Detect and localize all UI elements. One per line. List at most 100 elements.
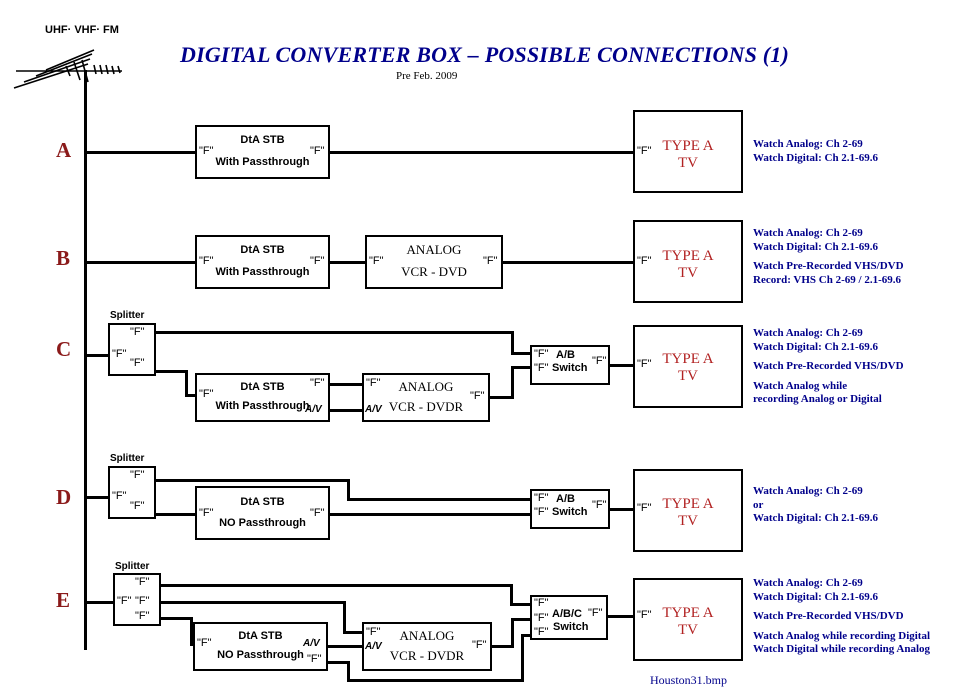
wire-b-vcr-to-tv <box>503 261 633 264</box>
wire-e-stb-f-drop <box>347 661 350 681</box>
row-c-switch-out-f-label: "F" <box>592 355 607 367</box>
row-d-stb-line2: NO Passthrough <box>219 517 306 529</box>
row-d-splitter-out2-f-label: "F" <box>130 500 145 512</box>
row-b-vcr-in-f-label: "F" <box>369 255 384 267</box>
wire-c-vcr-to-switch <box>490 396 511 399</box>
wire-d-splitter-top <box>156 479 350 482</box>
row-d-switch-out-f-label: "F" <box>592 499 607 511</box>
diagram-canvas: UHF· VHF· FM A B C D E DIGITAL CONVERTER… <box>0 0 975 700</box>
row-b-annotations: Watch Analog: Ch 2-69 Watch Digital: Ch … <box>753 227 904 287</box>
row-c-annot-line: Watch Analog while <box>753 379 848 392</box>
row-d-splitter-label: Splitter <box>110 453 145 464</box>
wire-c-splitter-out2 <box>156 370 188 373</box>
row-c-switch-in1-f-label: "F" <box>534 348 549 360</box>
wire-e-stb-av-to-vcr <box>328 645 365 648</box>
row-b-stb-line1: DtA STB <box>240 244 285 256</box>
row-e-stb-out-av-label: A/V <box>303 638 320 649</box>
row-b-stb-out-f-label: "F" <box>310 255 325 267</box>
wire-d-splitter-to-stb <box>156 513 195 516</box>
wire-e-splitter-bot <box>161 617 193 620</box>
row-d-annot-line: Watch Analog: Ch 2-69 <box>753 485 863 497</box>
row-a-tv-in-f-label: "F" <box>637 145 652 157</box>
wire-c-stb-av-to-vcr <box>330 409 365 412</box>
row-e-switch-line1: A/B/C <box>552 608 582 620</box>
antenna-mast <box>84 70 87 650</box>
row-c-annotations: Watch Analog: Ch 2-69 Watch Digital: Ch … <box>753 327 904 407</box>
row-e-annotations: Watch Analog: Ch 2-69 Watch Digital: Ch … <box>753 577 930 657</box>
wire-d-switch-to-tv <box>610 508 633 511</box>
wire-b-antenna-to-stb <box>87 261 195 264</box>
row-e-splitter-out2-f-label: "F" <box>135 595 150 607</box>
row-b-tv-line2: TV <box>678 265 698 281</box>
wire-e-splitter-mid <box>161 601 346 604</box>
row-e-annot-line: Watch Digital while recording Analog <box>753 643 931 655</box>
row-b-annot-line: Watch Digital: Ch 2.1-69.6 <box>753 240 878 253</box>
row-b-vcr-line2: VCR - DVD <box>401 264 467 279</box>
row-a-stb-out-f-label: "F" <box>310 145 325 157</box>
row-c-annot-line: Watch Pre-Recorded VHS/DVD <box>753 360 904 372</box>
row-d-annot-line: or <box>753 498 764 511</box>
row-e-switch-out-f-label: "F" <box>588 607 603 619</box>
row-label-a: A <box>56 138 72 162</box>
wire-c-switch-bottom-rise <box>511 366 514 399</box>
row-c-stb-out-av-label: A/V <box>305 404 322 415</box>
wire-b-stb-to-vcr <box>330 261 365 264</box>
row-d-annot-line: Watch Digital: Ch 2.1-69.6 <box>753 512 878 524</box>
row-e-tv-in-f-label: "F" <box>637 609 652 621</box>
wire-e-vcr-rise <box>511 618 514 648</box>
row-a-annotations: Watch Analog: Ch 2-69 Watch Digital: Ch … <box>753 138 878 165</box>
wire-e-antenna-to-splitter <box>87 601 113 604</box>
row-c-tv-line2: TV <box>678 368 698 384</box>
row-b-annot-line: Watch Analog: Ch 2-69 <box>753 227 863 239</box>
row-a-stb-line1: DtA STB <box>240 134 285 146</box>
row-d-switch-line1: A/B <box>556 493 575 505</box>
row-c-stb-in-f-label: "F" <box>199 388 214 400</box>
page-subtitle: Pre Feb. 2009 <box>396 70 458 82</box>
row-e-stb-out-f-label: "F" <box>307 653 322 665</box>
wire-c-splitter-to-switch-top <box>156 331 514 334</box>
row-e-splitter-in-f-label: "F" <box>117 595 132 607</box>
row-d-switch-line2: Switch <box>552 506 588 518</box>
row-d-tv-line2: TV <box>678 513 698 529</box>
row-d-splitter-out1-f-label: "F" <box>130 469 145 481</box>
row-e-stb-in-f-label: "F" <box>197 637 212 649</box>
row-label-d: D <box>56 485 72 509</box>
tv-antenna-icon <box>13 49 122 89</box>
wire-a-antenna-to-stb <box>87 151 195 154</box>
row-c-vcr-out-f-label: "F" <box>470 390 485 402</box>
row-e-splitter-out1-f-label: "F" <box>135 576 150 588</box>
wire-d-stb-to-switch <box>330 513 533 516</box>
row-c-stb-out-f-label: "F" <box>310 377 325 389</box>
row-d-annotations: Watch Analog: Ch 2-69 or Watch Digital: … <box>753 485 878 526</box>
row-d-tv-in-f-label: "F" <box>637 502 652 514</box>
row-b-stb-line2: With Passthrough <box>215 266 310 278</box>
wire-e-stb-f-rise <box>521 634 524 680</box>
row-c-splitter-out2-f-label: "F" <box>130 357 145 369</box>
wire-c-switch-to-tv <box>610 364 633 367</box>
antenna-label: UHF· VHF· FM <box>45 24 119 36</box>
row-d-switch-in2-f-label: "F" <box>534 506 549 518</box>
row-c-splitter-in-f-label: "F" <box>112 348 127 360</box>
row-a-tv-line2: TV <box>678 155 698 171</box>
image-caption: Houston31.bmp <box>650 673 728 687</box>
row-e-vcr-out-f-label: "F" <box>472 639 487 651</box>
row-e-annot-line: Watch Pre-Recorded VHS/DVD <box>753 610 904 622</box>
row-d-splitter-in-f-label: "F" <box>112 490 127 502</box>
row-c-annot-line: recording Analog or Digital <box>753 393 882 405</box>
wire-e-switch-to-tv <box>608 615 633 618</box>
row-label-b: B <box>56 246 71 270</box>
row-c-switch-line2: Switch <box>552 362 588 374</box>
row-e-vcr-in-av-label: A/V <box>365 641 382 652</box>
row-c-switch-in2-f-label: "F" <box>534 362 549 374</box>
wire-a-stb-to-tv <box>330 151 633 154</box>
row-label-e: E <box>56 588 71 612</box>
row-b-vcr-out-f-label: "F" <box>483 255 498 267</box>
wire-c-antenna-to-splitter <box>87 354 108 357</box>
row-a-stb-line2: With Passthrough <box>215 156 310 168</box>
row-c-switch-line1: A/B <box>556 349 575 361</box>
wire-d-antenna-to-splitter <box>87 496 108 499</box>
row-b-vcr-line1: ANALOG <box>406 242 462 257</box>
row-e-switch-in1-f-label: "F" <box>534 597 549 609</box>
row-d-switch-in1-f-label: "F" <box>534 492 549 504</box>
row-label-c: C <box>56 337 72 361</box>
